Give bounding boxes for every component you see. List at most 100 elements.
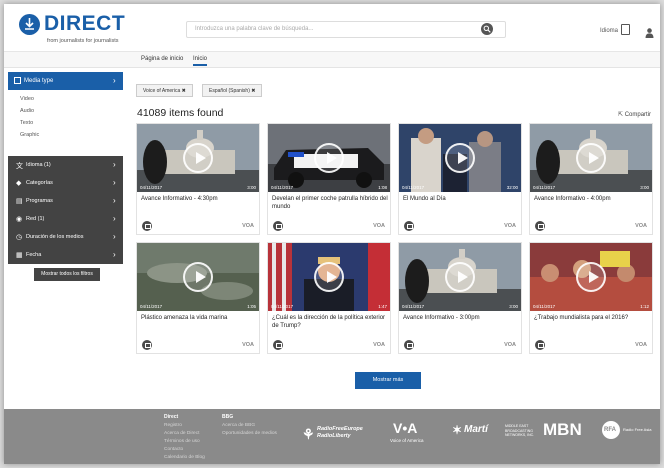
chevron-right-icon: ›: [113, 160, 116, 169]
tab-inicio[interactable]: Inicio: [193, 56, 208, 66]
filter-date[interactable]: ▦ Fecha ›: [8, 246, 123, 264]
media-card[interactable]: 04/11/2017 1:12 ¿Trabajo mundialista par…: [529, 242, 653, 354]
card-source: VOA: [242, 342, 254, 348]
media-card[interactable]: 04/11/2017 3:00 Avance Informativo - 4:0…: [529, 123, 653, 235]
filter-language[interactable]: 文 Idioma (1) ›: [8, 156, 123, 174]
footer-link[interactable]: Términos de uso: [164, 439, 200, 444]
media-type-audio[interactable]: Audio: [20, 108, 34, 114]
rfa-sub: Radio Free Asia: [623, 427, 652, 432]
card-duration: 3:00: [509, 304, 518, 309]
media-card[interactable]: 04/11/2017 32:00 El Mundo al Día VOA: [398, 123, 522, 235]
play-icon[interactable]: [576, 262, 606, 292]
star-icon: ✶: [452, 423, 463, 437]
chevron-right-icon: ›: [113, 76, 116, 85]
rfa-text: RFA: [604, 427, 616, 433]
video-type-icon: [142, 221, 152, 231]
tab-home-page[interactable]: Página de inicio: [141, 56, 183, 62]
filter-duration[interactable]: ◷ Duración de los medios ›: [8, 228, 123, 246]
card-date: 04/11/2017: [140, 304, 163, 309]
mbn-small: MIDDLE EAST BROADCASTING NETWORKS, INC.: [505, 424, 535, 437]
chevron-right-icon: ›: [113, 178, 116, 187]
card-title[interactable]: Avance Informativo - 3:00pm: [403, 315, 519, 323]
card-title[interactable]: El Mundo al Día: [403, 196, 519, 204]
card-source: VOA: [242, 223, 254, 229]
footer-link[interactable]: Registro: [164, 423, 182, 428]
mbn-text: MBN: [543, 420, 582, 439]
media-card[interactable]: 04/11/2017 3:00 Avance Informativo - 4:3…: [136, 123, 260, 235]
video-thumbnail[interactable]: 04/11/2017 3:00: [137, 124, 259, 192]
video-type-icon: [142, 340, 152, 350]
filter-network[interactable]: ◉ Red (1) ›: [8, 210, 123, 228]
card-title[interactable]: Plástico amenaza la vida marina: [141, 315, 257, 323]
footer-link[interactable]: Acerca de Direct: [164, 431, 199, 436]
sidebar-media-type[interactable]: Media type ›: [8, 72, 123, 90]
search-input[interactable]: Introduzca una palabra clave de búsqueda…: [186, 21, 506, 38]
card-duration: 3:00: [640, 185, 649, 190]
card-duration: 1:12: [640, 304, 649, 309]
rferl-text: RadioFreeEurope RadioLiberty: [317, 426, 363, 439]
media-card[interactable]: 04/11/2017 1:08 Develan el primer coche …: [267, 123, 391, 235]
card-title[interactable]: ¿Trabajo mundialista para el 2016?: [534, 315, 650, 323]
document-icon[interactable]: [621, 24, 630, 35]
card-title[interactable]: Avance Informativo - 4:00pm: [534, 196, 650, 204]
show-all-filters-button[interactable]: Mostrar todos los filtros: [34, 268, 100, 281]
close-icon[interactable]: ✖: [251, 88, 255, 94]
card-title[interactable]: Avance Informativo - 4:30pm: [141, 196, 257, 204]
media-card[interactable]: 04/11/2017 1:05 Plástico amenaza la vida…: [136, 242, 260, 354]
video-thumbnail[interactable]: 04/11/2017 1:08: [268, 124, 390, 192]
close-icon[interactable]: ✖: [182, 88, 186, 94]
share-button[interactable]: ⇱ Compartir: [618, 111, 651, 118]
video-thumbnail[interactable]: 04/11/2017 3:00: [530, 124, 652, 192]
card-date: 04/11/2017: [271, 304, 294, 309]
filter-chip[interactable]: Español (Spanish) ✖: [202, 84, 263, 97]
card-date: 04/11/2017: [402, 185, 425, 190]
video-thumbnail[interactable]: 04/11/2017 1:12: [530, 243, 652, 311]
media-type-graphic[interactable]: Graphic: [20, 132, 39, 138]
play-icon[interactable]: [314, 143, 344, 173]
footer-link[interactable]: Oportunidades de medios: [222, 431, 277, 436]
language-selector[interactable]: Idioma: [600, 28, 618, 34]
search-icon[interactable]: [481, 23, 493, 35]
header: DIRECT from journalists for journalists …: [4, 4, 660, 52]
play-icon[interactable]: [183, 143, 213, 173]
video-thumbnail[interactable]: 04/11/2017 1:05: [137, 243, 259, 311]
card-title[interactable]: ¿Cuál es la dirección de la política ext…: [272, 315, 388, 330]
footer-link[interactable]: Calendario de Blog: [164, 455, 205, 460]
filter-categories[interactable]: ◆ Categorías ›: [8, 174, 123, 192]
video-thumbnail[interactable]: 04/11/2017 32:00: [399, 124, 521, 192]
video-thumbnail[interactable]: 04/11/2017 1:47: [268, 243, 390, 311]
media-card[interactable]: 04/11/2017 1:47 ¿Cuál es la dirección de…: [267, 242, 391, 354]
filter-programs[interactable]: ▤ Programas ›: [8, 192, 123, 210]
user-icon[interactable]: [645, 25, 654, 43]
card-source: VOA: [504, 223, 516, 229]
play-icon[interactable]: [576, 143, 606, 173]
card-date: 04/11/2017: [533, 304, 556, 309]
tag-icon: ◆: [16, 180, 22, 187]
video-type-icon: [273, 221, 283, 231]
card-duration: 32:00: [506, 185, 518, 190]
video-thumbnail[interactable]: 04/11/2017 3:00: [399, 243, 521, 311]
footer: Direct Registro Acerca de Direct Término…: [4, 409, 660, 464]
play-icon[interactable]: [183, 262, 213, 292]
media-card[interactable]: 04/11/2017 3:00 Avance Informativo - 3:0…: [398, 242, 522, 354]
card-date: 04/11/2017: [402, 304, 425, 309]
footer-link[interactable]: Acerca de BBG: [222, 423, 255, 428]
card-source: VOA: [635, 342, 647, 348]
footer-link[interactable]: Contacto: [164, 447, 183, 452]
card-source: VOA: [373, 342, 385, 348]
show-more-button[interactable]: Mostrar más: [355, 372, 421, 389]
card-source: VOA: [504, 342, 516, 348]
download-logo-icon: [19, 14, 40, 35]
play-icon[interactable]: [445, 143, 475, 173]
media-type-text[interactable]: Texto: [20, 120, 33, 126]
media-type-video[interactable]: Video: [20, 96, 34, 102]
play-icon[interactable]: [445, 262, 475, 292]
filter-chip[interactable]: Voice of America ✖: [136, 84, 193, 97]
language-icon: 文: [16, 163, 23, 170]
play-icon[interactable]: [314, 262, 344, 292]
card-title[interactable]: Develan el primer coche patrulla híbrido…: [272, 196, 388, 211]
logo-tagline: from journalists for journalists: [47, 38, 119, 44]
footer-bbg-heading: BBG: [222, 414, 234, 420]
chevron-right-icon: ›: [113, 232, 116, 241]
app-frame: DIRECT from journalists for journalists …: [4, 4, 660, 464]
